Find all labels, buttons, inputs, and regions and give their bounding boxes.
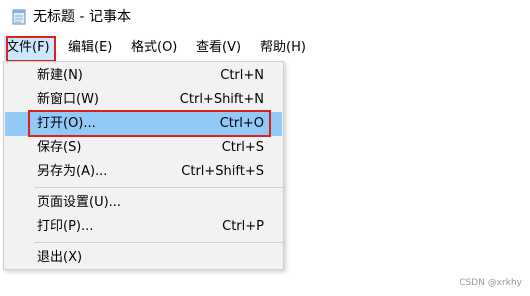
menu-edit[interactable]: 编辑(E)	[68, 36, 112, 60]
menu-item-new-window[interactable]: 新窗口(W) Ctrl+Shift+N	[5, 88, 282, 112]
menu-file-label: 文件(F)	[6, 40, 50, 55]
menu-item-print[interactable]: 打印(P)... Ctrl+P	[5, 215, 282, 239]
menu-item-label: 页面设置(U)...	[37, 195, 122, 210]
menu-item-label: 打开(O)...	[37, 116, 96, 131]
menu-separator	[34, 187, 284, 188]
menu-help-label: 帮助(H)	[260, 40, 306, 55]
menu-help[interactable]: 帮助(H)	[260, 36, 306, 60]
watermark: CSDN @xrkhy	[459, 278, 522, 288]
menu-item-label: 打印(P)...	[37, 219, 94, 234]
menu-format-label: 格式(O)	[131, 40, 178, 55]
menu-item-label: 另存为(A)...	[37, 164, 108, 179]
menu-bar: 文件(F) 编辑(E) 格式(O) 查看(V) 帮助(H)	[0, 36, 530, 60]
menu-item-shortcut: Ctrl+S	[221, 140, 264, 155]
title-bar: 无标题 - 记事本	[0, 0, 530, 34]
menu-item-shortcut: Ctrl+O	[219, 116, 264, 131]
menu-item-label: 新窗口(W)	[37, 92, 99, 107]
menu-view-label: 查看(V)	[196, 40, 242, 55]
file-dropdown-menu: 新建(N) Ctrl+N 新窗口(W) Ctrl+Shift+N 打开(O)..…	[3, 61, 284, 270]
window-title: 无标题 - 记事本	[33, 9, 131, 25]
menu-item-page-setup[interactable]: 页面设置(U)...	[5, 191, 282, 215]
menu-item-save[interactable]: 保存(S) Ctrl+S	[5, 136, 282, 160]
menu-item-exit[interactable]: 退出(X)	[5, 246, 282, 270]
menu-item-new[interactable]: 新建(N) Ctrl+N	[5, 64, 282, 88]
menu-item-label: 新建(N)	[37, 68, 83, 83]
menu-item-shortcut: Ctrl+N	[220, 68, 264, 83]
notepad-icon	[12, 9, 26, 25]
menu-item-label: 保存(S)	[37, 140, 82, 155]
menu-item-shortcut: Ctrl+P	[222, 219, 264, 234]
menu-item-open[interactable]: 打开(O)... Ctrl+O	[5, 112, 282, 136]
menu-item-shortcut: Ctrl+Shift+N	[179, 92, 264, 107]
menu-edit-label: 编辑(E)	[68, 40, 113, 55]
menu-item-label: 退出(X)	[37, 250, 83, 265]
menu-separator	[34, 242, 284, 243]
menu-format[interactable]: 格式(O)	[131, 36, 177, 60]
menu-view[interactable]: 查看(V)	[196, 36, 241, 60]
menu-item-shortcut: Ctrl+Shift+S	[181, 164, 264, 179]
menu-file[interactable]: 文件(F)	[4, 36, 56, 60]
menu-item-save-as[interactable]: 另存为(A)... Ctrl+Shift+S	[5, 160, 282, 184]
